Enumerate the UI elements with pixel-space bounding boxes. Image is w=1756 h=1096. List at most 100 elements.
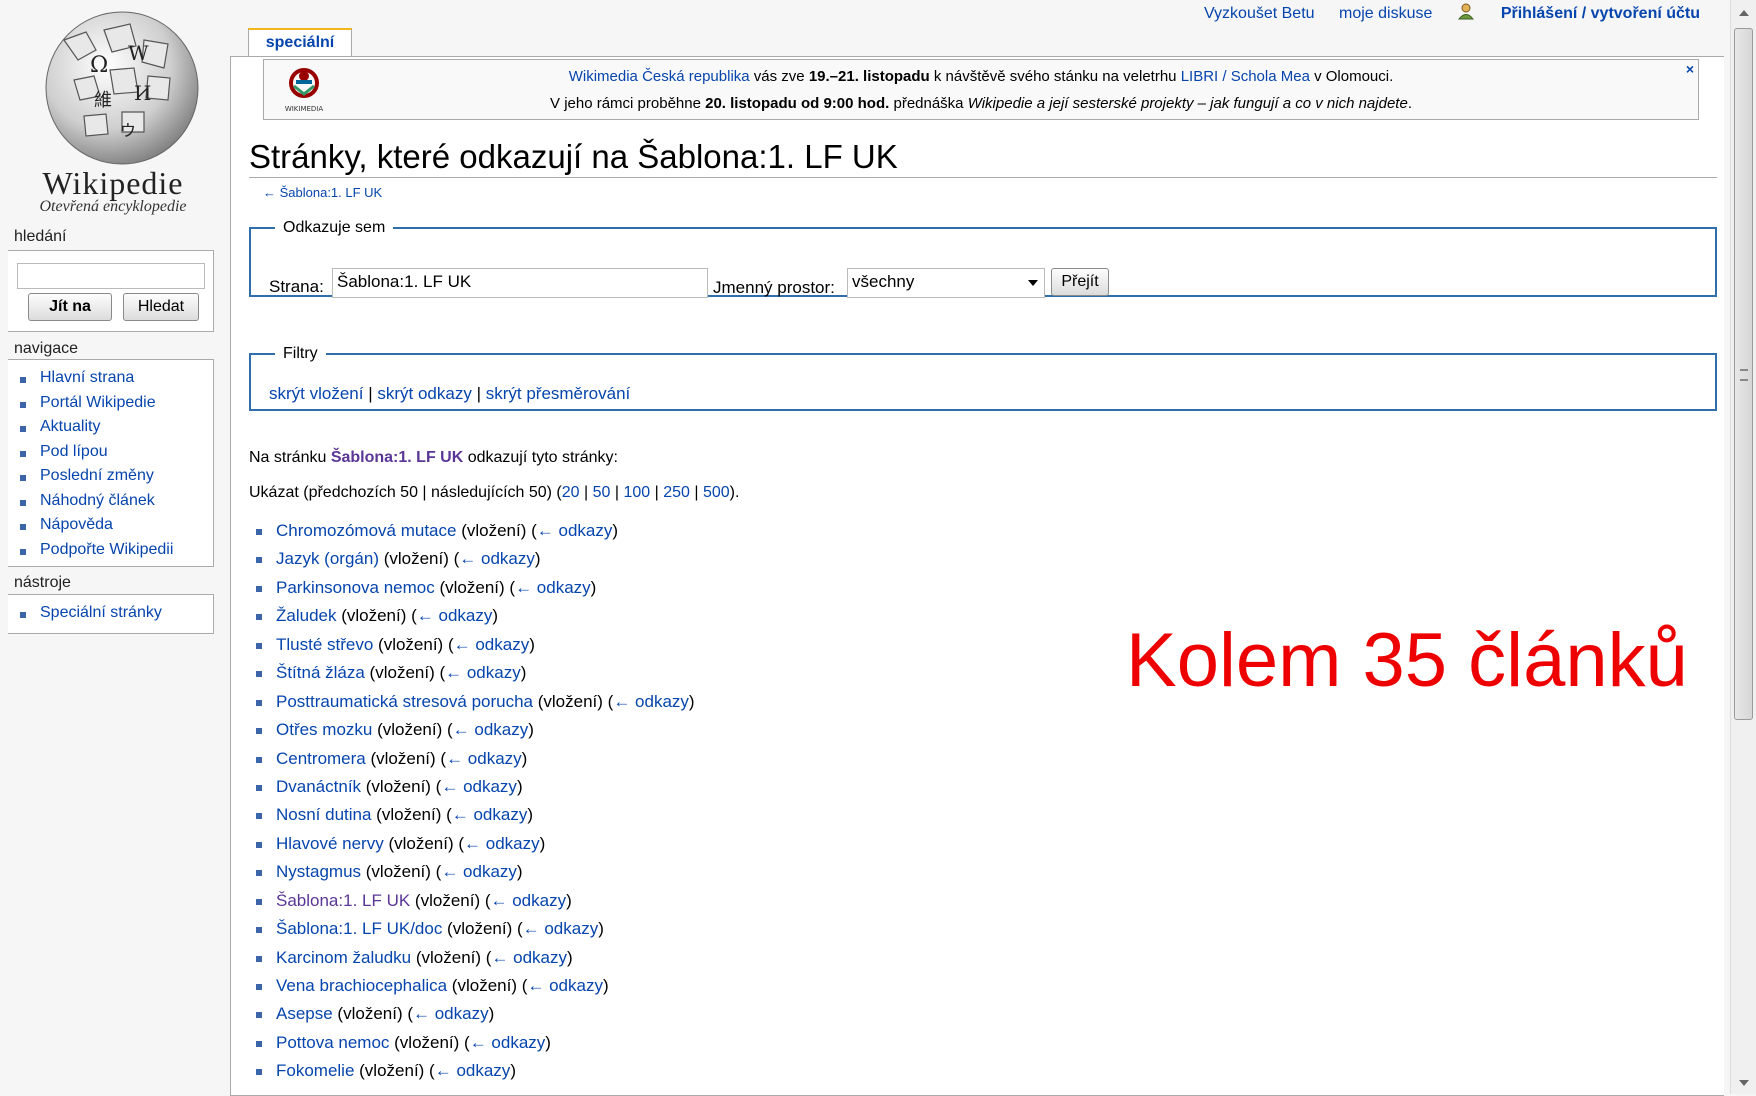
go-button[interactable]: Jít na xyxy=(28,293,112,321)
result-title-link[interactable]: Centromera xyxy=(276,749,366,768)
limit-50-link[interactable]: 50 xyxy=(593,484,611,501)
search-input[interactable] xyxy=(17,263,205,289)
page-field[interactable]: Šablona:1. LF UK xyxy=(332,268,708,298)
result-title-link[interactable]: Otřes mozku xyxy=(276,720,372,739)
result-links-link[interactable]: ← odkazy xyxy=(491,891,567,910)
svg-text:維: 維 xyxy=(94,90,112,111)
result-title-link[interactable]: Tlusté střevo xyxy=(276,635,373,654)
result-links-link[interactable]: ← odkazy xyxy=(523,919,599,938)
result-links-link[interactable]: ← odkazy xyxy=(464,834,540,853)
paren-close: ) xyxy=(688,691,695,711)
result-title-link[interactable]: Asepse xyxy=(276,1004,333,1023)
result-title-link[interactable]: Chromozómová mutace xyxy=(276,521,456,540)
list-item: Karcinom žaludku (vložení) (← odkazy) xyxy=(249,944,695,972)
result-links-link[interactable]: ← odkazy xyxy=(527,976,603,995)
notice-link-wikimedia-cz[interactable]: Wikimedia Česká republika xyxy=(569,68,750,85)
nav-item-label[interactable]: Nápověda xyxy=(40,516,113,533)
try-beta-link[interactable]: Vyzkoušet Betu xyxy=(1204,5,1315,22)
tools-item-special-pages[interactable]: Speciální stránky xyxy=(8,601,213,626)
hide-redirects-link[interactable]: skrýt přesměrování xyxy=(486,384,631,403)
notice-close-icon[interactable]: × xyxy=(1686,61,1694,77)
limit-20-link[interactable]: 20 xyxy=(562,484,580,501)
result-links-link[interactable]: ← odkazy xyxy=(441,862,517,881)
result-links-link[interactable]: ← odkazy xyxy=(435,1061,511,1080)
tab-special[interactable]: speciální xyxy=(248,28,352,58)
result-links-link[interactable]: ← odkazy xyxy=(470,1033,546,1052)
result-links-link[interactable]: ← odkazy xyxy=(417,606,493,625)
result-links-link[interactable]: ← odkazy xyxy=(613,692,689,711)
nav-item-label[interactable]: Portál Wikipedie xyxy=(40,394,156,411)
result-links-link[interactable]: ← odkazy xyxy=(452,805,528,824)
result-title-link[interactable]: Fokomelie xyxy=(276,1061,354,1080)
nav-item-label[interactable]: Pod lípou xyxy=(40,443,108,460)
list-item: Jazyk (orgán) (vložení) (← odkazy) xyxy=(249,545,695,573)
namespace-select-value: všechny xyxy=(852,272,915,291)
nav-item-donate[interactable]: Podpořte Wikipedii xyxy=(8,538,213,563)
hide-transclusions-link[interactable]: skrýt vložení xyxy=(269,384,363,403)
result-links-link[interactable]: ← odkazy xyxy=(537,521,613,540)
result-links-link[interactable]: ← odkazy xyxy=(445,663,521,682)
filters-legend: Filtry xyxy=(283,345,318,362)
nav-item-current-events[interactable]: Aktuality xyxy=(8,415,213,440)
result-title-link[interactable]: Jazyk (orgán) xyxy=(276,549,379,568)
result-links-link[interactable]: ← odkazy xyxy=(459,549,535,568)
scroll-up-icon[interactable] xyxy=(1739,10,1749,16)
content-area: WIKIMEDIA Wikimedia Česká republika vás … xyxy=(230,56,1724,1096)
result-title-link[interactable]: Hlavové nervy xyxy=(276,834,384,853)
login-link[interactable]: Přihlášení / vytvoření účtu xyxy=(1457,3,1700,22)
result-title-link[interactable]: Parkinsonova nemoc xyxy=(276,578,435,597)
hide-links-link[interactable]: skrýt odkazy xyxy=(377,384,471,403)
nav-item-label[interactable]: Náhodný článek xyxy=(40,492,155,509)
nav-item-label[interactable]: Podpořte Wikipedii xyxy=(40,541,173,558)
nav-item-label[interactable]: Aktuality xyxy=(40,418,100,435)
intro-suffix: odkazují tyto stránky: xyxy=(463,449,618,466)
limit-250-link[interactable]: 250 xyxy=(663,484,690,501)
notice-link-libri[interactable]: LIBRI / Schola Mea xyxy=(1181,68,1310,85)
navigation-heading: navigace xyxy=(14,340,79,357)
my-talk-link[interactable]: moje diskuse xyxy=(1339,5,1432,22)
limit-500-link[interactable]: 500 xyxy=(703,484,730,501)
wikipedia-logo[interactable]: Ω W 維 И ウ Wikipedie Otevřená encyklopedi… xyxy=(8,0,218,220)
nav-item-recent-changes[interactable]: Poslední změny xyxy=(8,464,213,489)
limit-100-link[interactable]: 100 xyxy=(623,484,650,501)
scroll-down-icon[interactable] xyxy=(1739,1080,1749,1086)
result-title-link[interactable]: Pottova nemoc xyxy=(276,1033,389,1052)
result-title-link[interactable]: Šablona:1. LF UK/doc xyxy=(276,919,442,938)
nav-item-village-pump[interactable]: Pod lípou xyxy=(8,440,213,465)
overlay-annotation: Kolem 35 článků xyxy=(1126,618,1688,703)
result-title-link[interactable]: Karcinom žaludku xyxy=(276,948,411,967)
tools-item-label[interactable]: Speciální stránky xyxy=(40,604,162,621)
result-title-link[interactable]: Vena brachiocephalica xyxy=(276,976,447,995)
nav-item-label[interactable]: Hlavní strana xyxy=(40,369,134,386)
result-title-link[interactable]: Dvanáctník xyxy=(276,777,361,796)
result-links-link[interactable]: ← odkazy xyxy=(454,635,530,654)
go-submit-button[interactable]: Přejít xyxy=(1051,268,1109,296)
nav-item-help[interactable]: Nápověda xyxy=(8,513,213,538)
scrollbar-thumb[interactable] xyxy=(1734,28,1753,720)
search-button[interactable]: Hledat xyxy=(123,293,199,321)
namespace-select[interactable]: všechny xyxy=(847,268,1045,298)
notice-lecture-title: Wikipedie a její sesterské projekty – ja… xyxy=(967,95,1408,112)
result-title-link[interactable]: Žaludek xyxy=(276,606,336,625)
result-title-link[interactable]: Posttraumatická stresová porucha xyxy=(276,692,533,711)
result-links-link[interactable]: ← odkazy xyxy=(441,777,517,796)
vertical-scrollbar[interactable] xyxy=(1730,0,1756,1094)
backlink[interactable]: ← Šablona:1. LF UK xyxy=(263,185,382,200)
intro-target-link[interactable]: Šablona:1. LF UK xyxy=(331,449,463,466)
result-links-link[interactable]: ← odkazy xyxy=(446,749,522,768)
paren-close: ) xyxy=(516,776,523,796)
result-links-link[interactable]: ← odkazy xyxy=(515,578,591,597)
result-title-link[interactable]: Nystagmus xyxy=(276,862,361,881)
result-links-link[interactable]: ← odkazy xyxy=(453,720,529,739)
result-title-link[interactable]: Štítná žláza xyxy=(276,663,365,682)
nav-item-label[interactable]: Poslední změny xyxy=(40,467,154,484)
result-title-link[interactable]: Nosní dutina xyxy=(276,805,371,824)
backlink-label[interactable]: ← Šablona:1. LF UK xyxy=(263,185,382,200)
result-title-link[interactable]: Šablona:1. LF UK xyxy=(276,891,410,910)
result-links-link[interactable]: ← odkazy xyxy=(491,948,567,967)
notice-line-2: V jeho rámci proběhne 20. listopadu od 9… xyxy=(264,95,1698,112)
nav-item-random-article[interactable]: Náhodný článek xyxy=(8,489,213,514)
nav-item-portal[interactable]: Portál Wikipedie xyxy=(8,391,213,416)
result-links-link[interactable]: ← odkazy xyxy=(413,1004,489,1023)
nav-item-main-page[interactable]: Hlavní strana xyxy=(8,366,213,391)
